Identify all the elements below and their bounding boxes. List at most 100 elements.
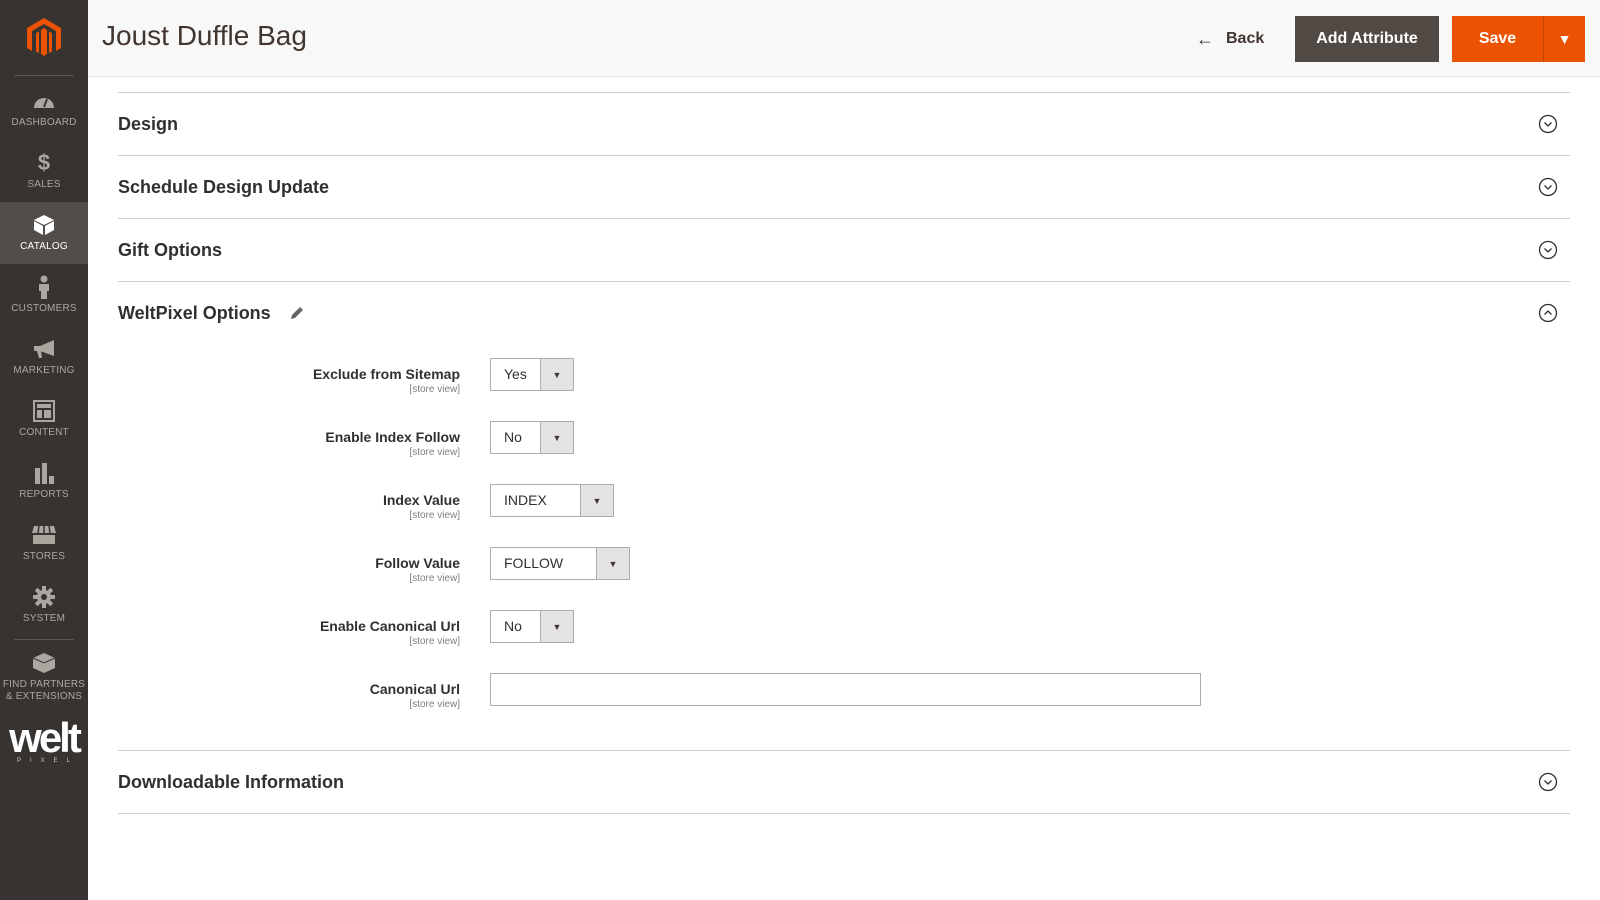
field-label: Enable Canonical Url xyxy=(319,618,460,634)
chevron-up-circle-icon[interactable] xyxy=(1538,303,1558,323)
field-enable-index-follow: Enable Index Follow [store view] No ▼ xyxy=(118,421,1570,484)
caret-down-icon: ▼ xyxy=(580,485,613,516)
box-icon xyxy=(31,213,57,237)
section-title: WeltPixel Options xyxy=(118,303,305,324)
field-label: Follow Value xyxy=(375,555,460,571)
enable-canonical-url-select[interactable]: No ▼ xyxy=(490,610,574,643)
magento-logo-icon xyxy=(27,17,61,56)
page-title: Joust Duffle Bag xyxy=(102,20,307,51)
section-title-text: WeltPixel Options xyxy=(118,302,271,323)
sidebar-divider xyxy=(14,639,74,640)
sidebar-item-marketing[interactable]: Marketing xyxy=(0,326,88,388)
section-title: Gift Options xyxy=(118,239,222,260)
field-scope: [store view] xyxy=(409,447,460,458)
field-label: Exclude from Sitemap xyxy=(312,366,460,382)
caret-down-icon: ▼ xyxy=(540,611,573,642)
enable-index-follow-select[interactable]: No ▼ xyxy=(490,421,574,454)
select-value: INDEX xyxy=(504,492,547,508)
section-downloadable-information: Downloadable Information xyxy=(118,750,1570,813)
weltpixel-fields: Exclude from Sitemap [store view] Yes ▼ … xyxy=(118,344,1570,750)
sidebar-item-label: Sales xyxy=(27,179,61,190)
back-button[interactable]: ← Back xyxy=(1196,24,1264,54)
chevron-down-circle-icon[interactable] xyxy=(1538,772,1558,792)
field-canonical-url: Canonical Url [store view] xyxy=(118,673,1570,736)
save-options-toggle[interactable]: ▼ xyxy=(1544,16,1585,62)
sidebar-item-label: Content xyxy=(19,427,69,438)
section-header[interactable]: Design xyxy=(118,93,1570,155)
sidebar-item-label: Customers xyxy=(11,303,77,314)
page-header: Joust Duffle Bag ← Back Add Attribute Sa… xyxy=(88,0,1600,77)
caret-down-icon: ▼ xyxy=(540,359,573,390)
exclude-from-sitemap-select[interactable]: Yes ▼ xyxy=(490,358,574,391)
sidebar-item-reports[interactable]: Reports xyxy=(0,450,88,512)
sidebar-item-label: Catalog xyxy=(20,241,68,252)
select-value: No xyxy=(504,429,522,445)
section-schedule-design-update: Schedule Design Update xyxy=(118,155,1570,218)
field-label: Enable Index Follow xyxy=(325,429,460,445)
select-value: FOLLOW xyxy=(504,555,564,571)
sidebar-item-sales[interactable]: $ Sales xyxy=(0,140,88,202)
caret-down-icon: ▼ xyxy=(596,548,629,579)
save-button[interactable]: Save xyxy=(1452,16,1544,62)
section-design: Design xyxy=(118,92,1570,155)
field-label: Canonical Url xyxy=(369,681,460,697)
add-attribute-button[interactable]: Add Attribute xyxy=(1295,16,1439,62)
caret-down-icon: ▼ xyxy=(540,422,573,453)
magento-logo[interactable] xyxy=(0,0,88,75)
section-title: Downloadable Information xyxy=(118,771,345,792)
back-label: Back xyxy=(1226,30,1265,47)
pencil-icon[interactable] xyxy=(289,305,305,321)
index-value-select[interactable]: INDEX ▼ xyxy=(490,484,614,517)
dashboard-icon xyxy=(31,89,57,113)
field-scope: [store view] xyxy=(409,699,460,710)
weltpixel-logo-sub: PIXEL xyxy=(16,758,79,764)
field-index-value: Index Value [store view] INDEX ▼ xyxy=(118,484,1570,547)
arrow-left-icon: ← xyxy=(1196,28,1214,49)
field-scope: [store view] xyxy=(409,510,460,521)
sidebar-item-label: Dashboard xyxy=(11,117,77,128)
person-icon xyxy=(31,275,57,299)
field-follow-value: Follow Value [store view] FOLLOW ▼ xyxy=(118,547,1570,610)
sidebar-item-label: System xyxy=(22,613,66,624)
field-label: Index Value xyxy=(382,492,460,508)
chevron-down-circle-icon[interactable] xyxy=(1538,240,1558,260)
follow-value-select[interactable]: FOLLOW ▼ xyxy=(490,547,630,580)
select-value: No xyxy=(504,618,522,634)
section-weltpixel-options: WeltPixel Options Exclude from Sitemap [… xyxy=(118,281,1570,750)
bar-chart-icon xyxy=(31,461,57,485)
layout-icon xyxy=(31,399,57,423)
sidebar-item-stores[interactable]: Stores xyxy=(0,512,88,574)
section-header[interactable]: Gift Options xyxy=(118,219,1570,281)
chevron-down-circle-icon[interactable] xyxy=(1538,114,1558,134)
section-title: Schedule Design Update xyxy=(118,176,330,197)
product-form: Design Schedule Design Update Gift Optio… xyxy=(118,92,1570,814)
sidebar-item-label: Stores xyxy=(22,551,66,562)
section-divider xyxy=(118,813,1570,814)
weltpixel-logo-text: welt xyxy=(9,714,82,761)
section-header[interactable]: WeltPixel Options xyxy=(118,282,1570,344)
field-scope: [store view] xyxy=(409,636,460,647)
admin-sidebar: Dashboard $ Sales Catalog Customers Mark… xyxy=(0,0,88,900)
sidebar-item-partners[interactable]: Find Partners & Extensions xyxy=(0,643,88,711)
caret-down-icon: ▼ xyxy=(1557,31,1572,47)
blocks-icon xyxy=(31,651,57,675)
section-gift-options: Gift Options xyxy=(118,218,1570,281)
sidebar-item-system[interactable]: System xyxy=(0,574,88,636)
sidebar-item-customers[interactable]: Customers xyxy=(0,264,88,326)
sidebar-item-content[interactable]: Content xyxy=(0,388,88,450)
chevron-down-circle-icon[interactable] xyxy=(1538,177,1558,197)
megaphone-icon xyxy=(31,337,57,361)
section-header[interactable]: Downloadable Information xyxy=(118,751,1570,813)
section-title: Design xyxy=(118,113,179,134)
section-header[interactable]: Schedule Design Update xyxy=(118,156,1570,218)
sidebar-item-catalog[interactable]: Catalog xyxy=(0,202,88,264)
sidebar-divider xyxy=(14,75,74,76)
field-exclude-from-sitemap: Exclude from Sitemap [store view] Yes ▼ xyxy=(118,358,1570,421)
canonical-url-input[interactable] xyxy=(490,673,1201,706)
sidebar-item-label: Reports xyxy=(19,489,69,500)
select-value: Yes xyxy=(504,366,527,382)
sidebar-nav: Dashboard $ Sales Catalog Customers Mark… xyxy=(0,78,88,711)
save-split-button: Save ▼ xyxy=(1452,16,1585,62)
sidebar-item-dashboard[interactable]: Dashboard xyxy=(0,78,88,140)
sidebar-item-label: Find Partners & Extensions xyxy=(2,679,86,702)
